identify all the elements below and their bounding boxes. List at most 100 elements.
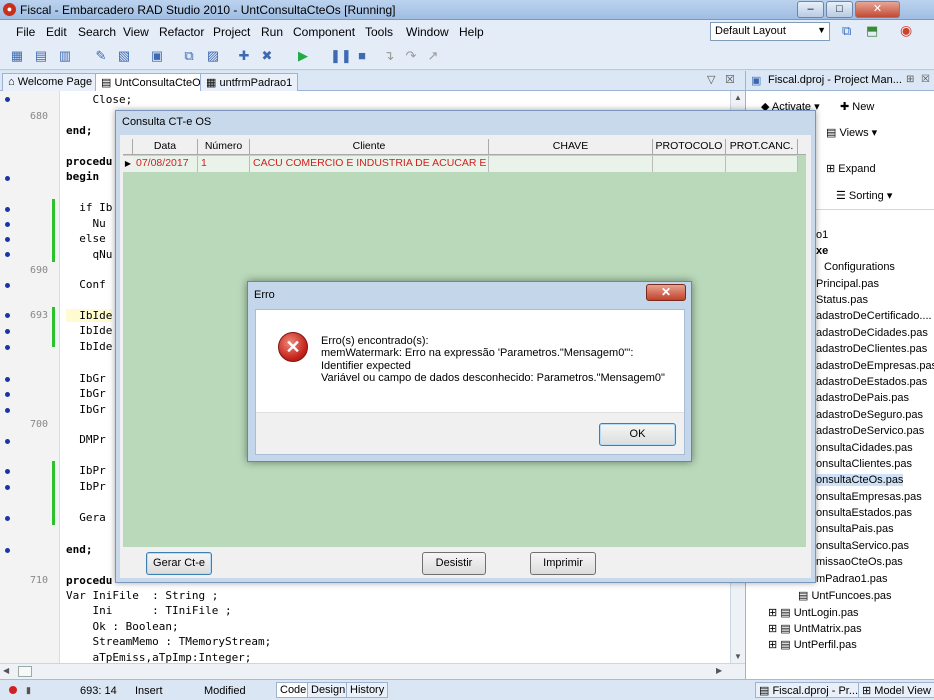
step-out-icon[interactable]: ↗	[424, 47, 442, 65]
breakpoint-dot[interactable]	[5, 97, 10, 102]
scroll-left-icon[interactable]: ◀	[3, 666, 9, 675]
remove-file-icon[interactable]: ✖	[258, 47, 276, 65]
sorting-button[interactable]: ☰ Sorting ▾	[836, 189, 892, 202]
breakpoint-dot[interactable]	[5, 313, 10, 318]
step-icon[interactable]: ↴	[380, 47, 398, 65]
tree-item[interactable]: ⊞ ▤ UntPerfil.pas	[768, 638, 857, 651]
breakpoint-dot[interactable]	[5, 469, 10, 474]
views-button[interactable]: ▤ Views ▾	[826, 126, 877, 139]
tab-model-view[interactable]: ⊞ Model View	[858, 682, 934, 698]
breakpoint-dot[interactable]	[5, 516, 10, 521]
tree-item[interactable]: mPadrao1.pas	[816, 573, 888, 585]
tree-item[interactable]: missaoCteOs.pas	[816, 556, 903, 568]
tab-history[interactable]: History	[346, 682, 389, 698]
save-icon[interactable]: ▣	[148, 47, 166, 65]
tree-item-selected[interactable]: onsultaCteOs.pas	[816, 474, 904, 486]
pause-icon[interactable]: ❚❚	[330, 47, 352, 65]
pin-icon[interactable]: ⊞	[906, 74, 914, 85]
menu-run[interactable]: Run	[261, 25, 283, 39]
tree-item[interactable]: Principal.pas	[816, 278, 879, 290]
breakpoint-dot[interactable]	[5, 283, 10, 288]
column-header-numero[interactable]: Número	[198, 139, 250, 155]
desktop-layout-icon[interactable]: ⧉	[842, 23, 851, 39]
tree-item[interactable]: adastroDeEstados.pas	[816, 376, 927, 388]
maximize-button[interactable]: □	[826, 1, 853, 18]
menu-help[interactable]: Help	[459, 25, 484, 39]
breakpoint-dot[interactable]	[5, 548, 10, 553]
table-cell[interactable]	[653, 156, 726, 172]
scroll-thumb[interactable]	[18, 666, 32, 677]
copy-icon[interactable]: ⧉	[180, 47, 198, 65]
scroll-up-icon[interactable]: ▲	[734, 93, 742, 102]
add-file-icon[interactable]: ✚	[235, 47, 253, 65]
column-header-cliente[interactable]: Cliente	[250, 139, 489, 155]
open-project-icon[interactable]: ▤	[32, 47, 50, 65]
record-icon[interactable]	[9, 686, 17, 694]
tree-item[interactable]: adastroDeServico.pas	[816, 425, 924, 437]
tree-item[interactable]: adastroDeCertificado....	[816, 310, 932, 322]
scroll-down-icon[interactable]: ▼	[734, 652, 742, 661]
tree-item[interactable]: ▤ UntFuncoes.pas	[798, 589, 892, 602]
tab-code[interactable]: Code	[276, 682, 311, 698]
tree-item[interactable]: adastroDeEmpresas.pas	[816, 360, 934, 372]
tab-list-icon[interactable]: ▽	[707, 73, 715, 86]
menu-edit[interactable]: Edit	[46, 25, 67, 39]
table-cell[interactable]	[726, 156, 798, 172]
ok-button[interactable]: OK	[599, 423, 676, 446]
play-macro-icon[interactable]: ▮	[26, 685, 31, 696]
column-header-protocolo[interactable]: PROTOCOLO	[653, 139, 726, 155]
step-over-icon[interactable]: ↷	[402, 47, 420, 65]
breakpoint-dot[interactable]	[5, 408, 10, 413]
close-tab-icon[interactable]: ☒	[725, 73, 735, 86]
breakpoint-dot[interactable]	[5, 176, 10, 181]
column-header-data[interactable]: Data	[133, 139, 198, 155]
tree-item[interactable]: adastroDePais.pas	[816, 392, 909, 404]
table-cell[interactable]: 1	[198, 156, 250, 172]
tab-design[interactable]: Design	[307, 682, 350, 698]
tab-project-manager[interactable]: ▤ Fiscal.dproj - Pr...	[755, 682, 863, 698]
expand-button[interactable]: ⊞ Expand	[826, 162, 876, 175]
horizontal-scrollbar[interactable]: ◀ ▶	[0, 663, 745, 679]
tree-item[interactable]: xe	[816, 245, 828, 257]
tree-item[interactable]: ⊞ ▤ UntMatrix.pas	[768, 622, 862, 635]
tree-item[interactable]: ⊞ ▤ UntLogin.pas	[768, 606, 859, 619]
menu-project[interactable]: Project	[213, 25, 250, 39]
breakpoint-dot[interactable]	[5, 329, 10, 334]
breakpoint-dot[interactable]	[5, 237, 10, 242]
tree-item[interactable]: onsultaServico.pas	[816, 540, 909, 552]
new-file-icon[interactable]: ✎	[92, 47, 110, 65]
new-button[interactable]: ✚ New	[840, 100, 874, 113]
menu-tools[interactable]: Tools	[365, 25, 393, 39]
open-file-icon[interactable]: ▧	[115, 47, 133, 65]
column-header-chave[interactable]: CHAVE	[489, 139, 653, 155]
breakpoint-dot[interactable]	[5, 392, 10, 397]
layout-combo[interactable]: Default Layout ▼	[710, 22, 830, 41]
close-button[interactable]: ✕	[855, 1, 900, 18]
table-cell[interactable]: CACU COMERCIO E INDUSTRIA DE ACUCAR E AL…	[250, 156, 489, 172]
imprimir-button[interactable]: Imprimir	[530, 552, 596, 575]
stop-icon[interactable]: ■	[353, 47, 371, 65]
menu-component[interactable]: Component	[293, 25, 355, 39]
table-cell[interactable]	[489, 156, 653, 172]
menu-window[interactable]: Window	[406, 25, 449, 39]
breakpoint-dot[interactable]	[5, 252, 10, 257]
menu-file[interactable]: File	[16, 25, 35, 39]
column-header-prot-canc[interactable]: PROT.CANC.	[726, 139, 798, 155]
close-panel-icon[interactable]: ☒	[921, 74, 930, 85]
tree-item[interactable]: onsultaEmpresas.pas	[816, 491, 922, 503]
tree-item[interactable]: adastroDeClientes.pas	[816, 343, 927, 355]
save-all-icon[interactable]: ▥	[56, 47, 74, 65]
breakpoint-dot[interactable]	[5, 345, 10, 350]
save-layout-icon[interactable]: ⬒	[866, 23, 878, 39]
desistir-button[interactable]: Desistir	[422, 552, 486, 575]
tree-item[interactable]: adastroDeCidades.pas	[816, 327, 928, 339]
breakpoint-dot[interactable]	[5, 222, 10, 227]
run-icon[interactable]: ▶	[294, 47, 312, 65]
new-items-icon[interactable]: ▦	[8, 47, 26, 65]
breakpoint-dot[interactable]	[5, 439, 10, 444]
tab-untfrmpadrao1[interactable]: ▦ untfrmPadrao1	[200, 73, 299, 91]
breakpoint-dot[interactable]	[5, 485, 10, 490]
open-folder-icon[interactable]: ▨	[204, 47, 222, 65]
tree-item[interactable]: onsultaEstados.pas	[816, 507, 912, 519]
close-icon[interactable]: ✕	[646, 284, 686, 301]
